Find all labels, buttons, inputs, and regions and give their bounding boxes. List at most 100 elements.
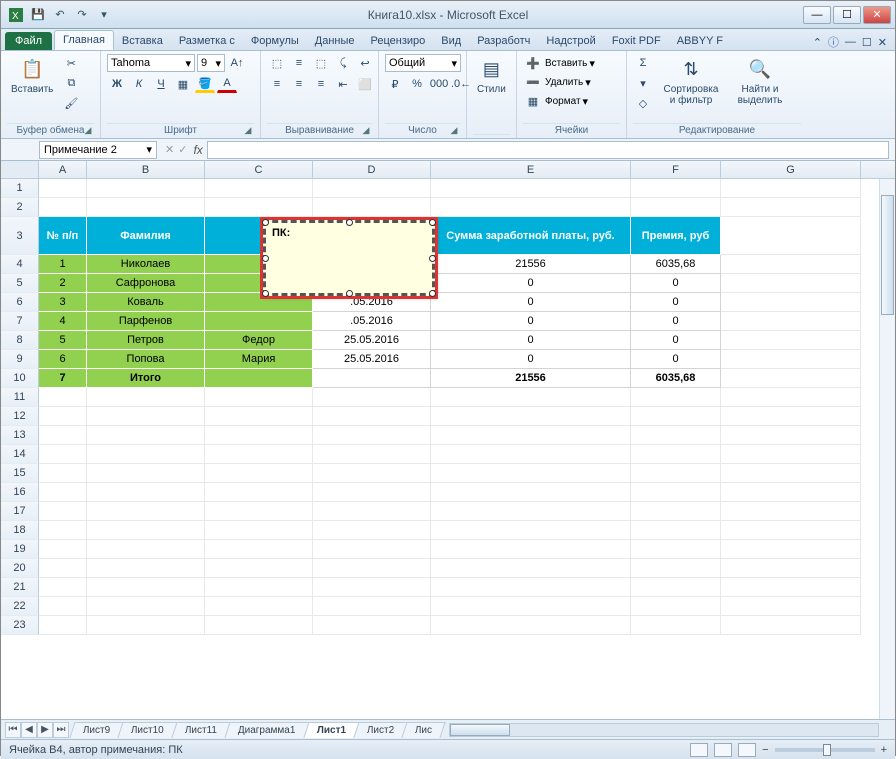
cell[interactable] <box>87 426 205 445</box>
cell[interactable] <box>39 388 87 407</box>
th-num[interactable]: № п/п <box>39 217 87 255</box>
row-header[interactable]: 18 <box>1 521 39 540</box>
insert-cells-icon[interactable]: ➕ <box>523 54 543 72</box>
sheet-tab[interactable]: Лист2 <box>353 722 407 738</box>
cell[interactable] <box>631 578 721 597</box>
row-header[interactable]: 19 <box>1 540 39 559</box>
sheet-tab[interactable]: Лис <box>402 722 446 738</box>
cell[interactable] <box>631 521 721 540</box>
tab-layout[interactable]: Разметка с <box>171 32 243 50</box>
tab-formulas[interactable]: Формулы <box>243 32 307 50</box>
fill-color-icon[interactable]: 🪣 <box>195 75 215 93</box>
comma-icon[interactable]: 000 <box>429 75 449 93</box>
cell[interactable] <box>631 483 721 502</box>
cell[interactable] <box>431 540 631 559</box>
cell[interactable] <box>39 597 87 616</box>
cell[interactable] <box>721 502 861 521</box>
cell[interactable] <box>431 483 631 502</box>
align-center-icon[interactable]: ≡ <box>289 75 309 93</box>
enter-icon[interactable]: ✓ <box>178 143 187 156</box>
sheet-tab[interactable]: Лист11 <box>172 722 231 738</box>
row-header[interactable]: 9 <box>1 350 39 369</box>
cell[interactable] <box>721 388 861 407</box>
sheet-tab[interactable]: Диаграмма1 <box>225 722 310 738</box>
cell[interactable] <box>431 464 631 483</box>
cell[interactable] <box>205 388 313 407</box>
cell[interactable] <box>631 616 721 635</box>
cell[interactable] <box>631 445 721 464</box>
launcher-icon[interactable]: ◢ <box>242 125 254 137</box>
row-header[interactable]: 6 <box>1 293 39 312</box>
grow-font-icon[interactable]: A↑ <box>227 54 247 72</box>
col-header[interactable]: F <box>631 161 721 178</box>
cell[interactable] <box>431 521 631 540</box>
format-cells-icon[interactable]: ▦ <box>523 92 543 110</box>
bold-icon[interactable]: Ж <box>107 75 127 93</box>
cell[interactable] <box>87 445 205 464</box>
ribbon-minimize-icon[interactable]: ⌃ <box>813 36 822 49</box>
cell[interactable] <box>39 521 87 540</box>
cell[interactable] <box>631 540 721 559</box>
font-name-combo[interactable]: Tahoma▾ <box>107 54 195 72</box>
cell[interactable] <box>721 559 861 578</box>
row-header[interactable]: 22 <box>1 597 39 616</box>
italic-icon[interactable]: К <box>129 75 149 93</box>
cell[interactable] <box>87 502 205 521</box>
tab-addins[interactable]: Надстрой <box>538 32 603 50</box>
fill-icon[interactable]: ▾ <box>633 74 653 92</box>
cell[interactable] <box>631 464 721 483</box>
cell[interactable] <box>205 521 313 540</box>
cell[interactable] <box>431 426 631 445</box>
copy-icon[interactable]: ⧉ <box>61 74 81 92</box>
tab-review[interactable]: Рецензиро <box>363 32 434 50</box>
row-header[interactable]: 15 <box>1 464 39 483</box>
cell[interactable] <box>313 597 431 616</box>
cell[interactable] <box>39 464 87 483</box>
cell[interactable] <box>39 483 87 502</box>
cell[interactable] <box>721 521 861 540</box>
currency-icon[interactable]: ₽ <box>385 75 405 93</box>
row-header[interactable]: 16 <box>1 483 39 502</box>
cell[interactable] <box>205 445 313 464</box>
cell[interactable] <box>39 502 87 521</box>
cell[interactable] <box>205 578 313 597</box>
cell[interactable] <box>721 540 861 559</box>
resize-handle[interactable] <box>429 290 436 297</box>
cell[interactable] <box>313 521 431 540</box>
cell[interactable] <box>431 559 631 578</box>
cell[interactable] <box>39 559 87 578</box>
scroll-thumb[interactable] <box>881 195 894 315</box>
row-header[interactable]: 10 <box>1 369 39 388</box>
cell[interactable] <box>87 464 205 483</box>
format-label[interactable]: Формат <box>545 96 581 107</box>
font-size-combo[interactable]: 9▾ <box>197 54 225 72</box>
row-header[interactable]: 4 <box>1 255 39 274</box>
wb-minimize-icon[interactable]: — <box>845 36 856 48</box>
wb-close-icon[interactable]: ✕ <box>878 36 887 49</box>
cell[interactable] <box>431 388 631 407</box>
cell[interactable] <box>721 578 861 597</box>
row-header[interactable]: 8 <box>1 331 39 350</box>
cell[interactable] <box>87 559 205 578</box>
cell[interactable] <box>431 502 631 521</box>
cell[interactable] <box>39 578 87 597</box>
cell[interactable] <box>39 426 87 445</box>
close-button[interactable]: ✕ <box>863 6 891 24</box>
help-icon[interactable]: ⓘ <box>828 34 839 50</box>
cancel-icon[interactable]: ✕ <box>165 143 174 156</box>
row-header[interactable]: 3 <box>1 217 39 255</box>
cell[interactable] <box>87 521 205 540</box>
col-header[interactable]: E <box>431 161 631 178</box>
clear-icon[interactable]: ◇ <box>633 94 653 112</box>
cell[interactable] <box>631 597 721 616</box>
page-break-view-icon[interactable] <box>738 743 756 757</box>
normal-view-icon[interactable] <box>690 743 708 757</box>
zoom-in-icon[interactable]: + <box>881 744 887 756</box>
row-header[interactable]: 23 <box>1 616 39 635</box>
tab-nav-prev-icon[interactable]: ◀ <box>21 722 37 738</box>
cell[interactable] <box>87 616 205 635</box>
undo-icon[interactable]: ↶ <box>51 6 69 24</box>
tab-foxit[interactable]: Foxit PDF <box>604 32 669 50</box>
align-bot-icon[interactable]: ⬚ <box>311 54 331 72</box>
name-box[interactable]: Примечание 2▾ <box>39 141 157 159</box>
